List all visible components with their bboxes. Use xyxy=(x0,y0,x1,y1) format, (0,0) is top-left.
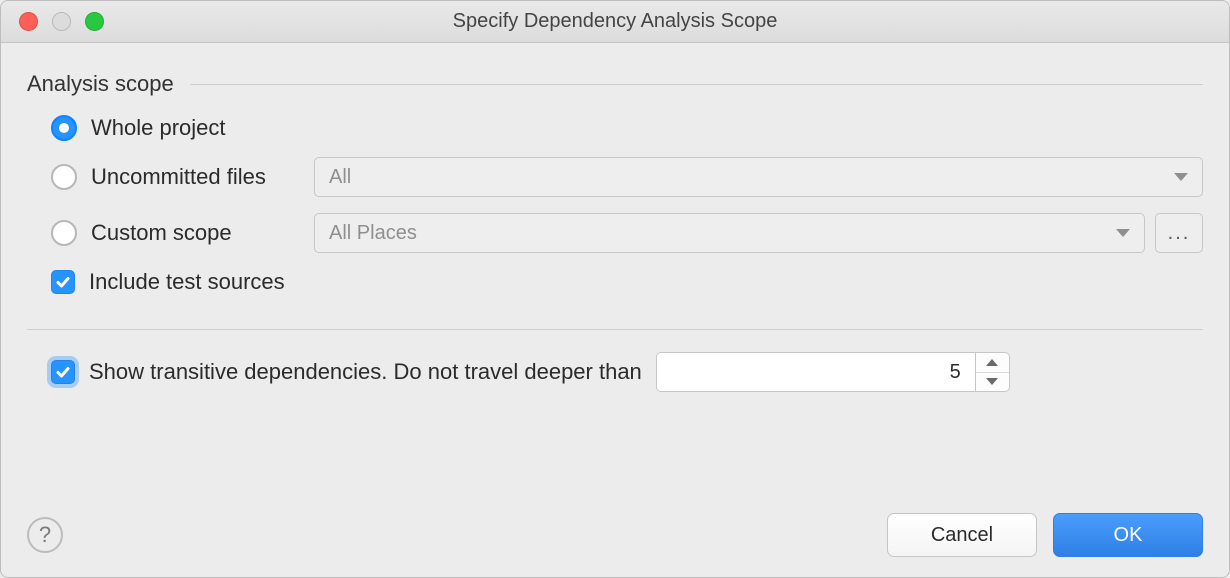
zoom-window-button[interactable] xyxy=(85,12,104,31)
window-title: Specify Dependency Analysis Scope xyxy=(1,10,1229,33)
custom-scope-combo[interactable]: All Places xyxy=(314,213,1145,253)
custom-scope-browse-button[interactable]: ... xyxy=(1155,213,1203,253)
help-icon: ? xyxy=(39,522,51,548)
minimize-window-button[interactable] xyxy=(52,12,71,31)
close-window-button[interactable] xyxy=(19,12,38,31)
window-controls xyxy=(1,12,104,31)
max-depth-input[interactable] xyxy=(656,352,976,392)
check-icon xyxy=(55,274,71,290)
custom-scope-combo-value: All Places xyxy=(329,222,417,245)
custom-scope-label: Custom scope xyxy=(91,220,296,246)
uncommitted-files-combo-value: All xyxy=(329,166,351,189)
chevron-up-icon xyxy=(986,359,998,366)
help-button[interactable]: ? xyxy=(27,517,63,553)
ellipsis-icon: ... xyxy=(1168,222,1191,245)
max-depth-spinner xyxy=(656,352,1010,392)
chevron-down-icon xyxy=(986,378,998,385)
analysis-scope-group-header: Analysis scope xyxy=(27,71,1203,97)
include-test-sources-label: Include test sources xyxy=(89,269,285,295)
whole-project-radio[interactable] xyxy=(51,115,77,141)
chevron-down-icon xyxy=(1174,173,1188,181)
show-transitive-label: Show transitive dependencies. Do not tra… xyxy=(89,359,642,385)
custom-scope-row: Custom scope All Places ... xyxy=(27,213,1203,253)
uncommitted-files-label: Uncommitted files xyxy=(91,164,296,190)
include-test-sources-checkbox[interactable] xyxy=(51,270,75,294)
spinner-up-button[interactable] xyxy=(976,353,1009,373)
section-separator xyxy=(27,329,1203,330)
dialog-buttons: Cancel OK xyxy=(887,513,1203,557)
titlebar: Specify Dependency Analysis Scope xyxy=(1,1,1229,43)
show-transitive-row: Show transitive dependencies. Do not tra… xyxy=(27,352,1203,392)
uncommitted-files-row: Uncommitted files All xyxy=(27,157,1203,197)
check-icon xyxy=(55,364,71,380)
cancel-button[interactable]: Cancel xyxy=(887,513,1037,557)
dialog-footer: ? Cancel OK xyxy=(27,483,1203,557)
spinner-down-button[interactable] xyxy=(976,373,1009,392)
include-test-sources-row: Include test sources xyxy=(27,269,1203,295)
spinner-buttons xyxy=(976,352,1010,392)
show-transitive-checkbox[interactable] xyxy=(51,360,75,384)
group-separator-line xyxy=(190,84,1203,85)
custom-scope-radio[interactable] xyxy=(51,220,77,246)
analysis-scope-label: Analysis scope xyxy=(27,71,174,97)
dialog-window: Specify Dependency Analysis Scope Analys… xyxy=(0,0,1230,578)
ok-button[interactable]: OK xyxy=(1053,513,1203,557)
chevron-down-icon xyxy=(1116,229,1130,237)
uncommitted-files-radio[interactable] xyxy=(51,164,77,190)
uncommitted-files-combo[interactable]: All xyxy=(314,157,1203,197)
whole-project-row: Whole project xyxy=(27,115,1203,141)
dialog-content: Analysis scope Whole project Uncommitted… xyxy=(1,43,1229,577)
whole-project-label: Whole project xyxy=(91,115,226,141)
